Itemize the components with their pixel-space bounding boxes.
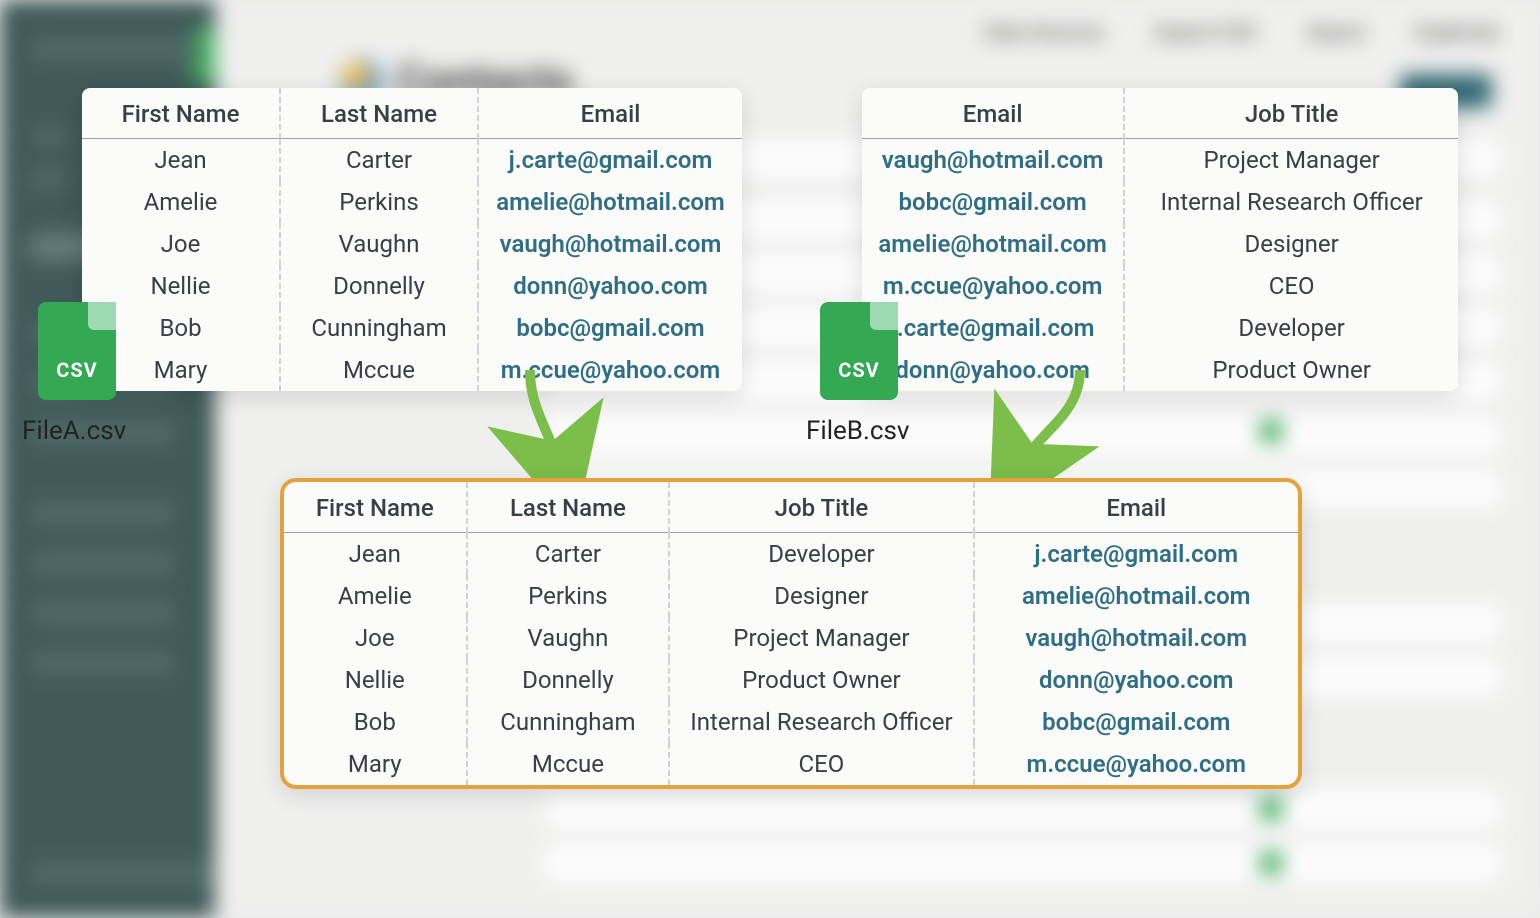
table-row: MaryMccuem.ccue@yahoo.com <box>82 349 742 391</box>
file-a-table: First Name Last Name Email JeanCarterj.c… <box>82 88 742 391</box>
table-row: amelie@hotmail.comDesigner <box>862 223 1458 265</box>
table-row: AmeliePerkinsamelie@hotmail.com <box>82 181 742 223</box>
col-job-title: Job Title <box>669 482 973 533</box>
table-row: BobCunninghambobc@gmail.com <box>82 307 742 349</box>
col-job-title: Job Title <box>1124 88 1458 139</box>
table-row: AmeliePerkinsDesigneramelie@hotmail.com <box>284 575 1298 617</box>
file-b-table: Email Job Title vaugh@hotmail.comProject… <box>862 88 1458 391</box>
file-a-label: FileA.csv <box>22 416 126 446</box>
table-row: vaugh@hotmail.comProject Manager <box>862 139 1458 182</box>
col-first-name: First Name <box>284 482 467 533</box>
table-row: MaryMccueCEOm.ccue@yahoo.com <box>284 743 1298 785</box>
table-row: JoeVaughnProject Managervaugh@hotmail.co… <box>284 617 1298 659</box>
col-last-name: Last Name <box>280 88 478 139</box>
csv-file-icon: CSV <box>38 302 116 400</box>
table-row: m.ccue@yahoo.comCEO <box>862 265 1458 307</box>
col-last-name: Last Name <box>467 482 670 533</box>
col-email: Email <box>862 88 1124 139</box>
col-email: Email <box>974 482 1299 533</box>
merged-result-table: First Name Last Name Job Title Email Jea… <box>280 478 1302 789</box>
col-email: Email <box>478 88 742 139</box>
table-row: NellieDonnellyProduct Ownerdonn@yahoo.co… <box>284 659 1298 701</box>
col-first-name: First Name <box>82 88 280 139</box>
table-row: BobCunninghamInternal Research Officerbo… <box>284 701 1298 743</box>
csv-file-icon: CSV <box>820 302 898 400</box>
table-row: NellieDonnellydonn@yahoo.com <box>82 265 742 307</box>
table-row: JeanCarterj.carte@gmail.com <box>82 139 742 182</box>
file-b-label: FileB.csv <box>806 416 909 446</box>
table-row: j.carte@gmail.comDeveloper <box>862 307 1458 349</box>
table-row: JeanCarterDeveloperj.carte@gmail.com <box>284 533 1298 576</box>
table-row: donn@yahoo.comProduct Owner <box>862 349 1458 391</box>
table-row: JoeVaughnvaugh@hotmail.com <box>82 223 742 265</box>
table-row: bobc@gmail.comInternal Research Officer <box>862 181 1458 223</box>
